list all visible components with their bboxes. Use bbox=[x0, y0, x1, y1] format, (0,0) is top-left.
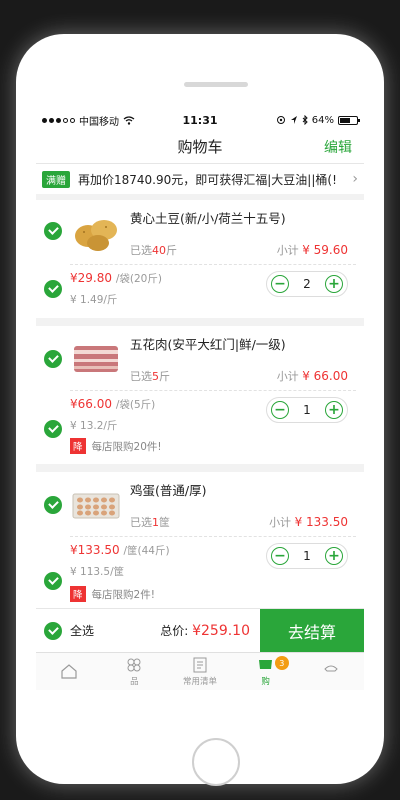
decrement-button[interactable]: − bbox=[271, 401, 289, 419]
profile-icon bbox=[324, 665, 338, 671]
cart-item: 鸡蛋(普通/厚) 已选1筐 小计 ¥ 133.50 ¥133.50 /筐(44斤… bbox=[36, 472, 364, 612]
phone-speaker bbox=[184, 82, 248, 87]
location-icon bbox=[276, 116, 285, 124]
cart-item: 五花肉(安平大红门|鲜/一级) 已选5斤 小计 ¥ 66.00 ¥66.00 /… bbox=[36, 326, 364, 464]
purchase-limit: 降 每店限购20件! bbox=[70, 438, 162, 454]
list-icon bbox=[193, 657, 207, 672]
quantity-stepper[interactable]: − 1 + bbox=[266, 543, 348, 569]
tab-lists[interactable]: 常用清单 bbox=[167, 653, 233, 690]
promo-badge: 满赠 bbox=[42, 170, 70, 188]
item-name: 五花肉(安平大红门|鲜/一级) bbox=[130, 337, 286, 352]
quantity-value[interactable]: 2 bbox=[303, 277, 311, 291]
tab-bar: 品 常用清单 购 3 bbox=[36, 652, 364, 690]
item-subtotal: 小计 ¥ 133.50 bbox=[269, 515, 348, 529]
price-drop-tag: 降 bbox=[70, 586, 86, 602]
total-price: 总价: ¥259.10 bbox=[160, 623, 250, 639]
select-all-checkbox[interactable] bbox=[44, 621, 62, 640]
quantity-stepper[interactable]: − 2 + bbox=[266, 271, 348, 297]
battery-icon bbox=[338, 115, 360, 125]
pork-belly-image bbox=[74, 346, 118, 372]
quantity-value[interactable]: 1 bbox=[303, 549, 311, 563]
category-icon bbox=[127, 658, 141, 671]
decrement-button[interactable]: − bbox=[271, 547, 289, 565]
item-unit-price: ¥ 13.2/斤 bbox=[70, 420, 118, 432]
nav-bar: 购物车 编辑 bbox=[36, 130, 364, 164]
checkout-bar: 全选 总价: ¥259.10 去结算 bbox=[36, 608, 364, 653]
quantity-value[interactable]: 1 bbox=[303, 403, 311, 417]
increment-button[interactable]: + bbox=[324, 401, 343, 419]
increment-button[interactable]: + bbox=[324, 275, 343, 293]
wifi-icon bbox=[123, 115, 135, 125]
navigation-arrow-icon bbox=[290, 116, 297, 124]
item-price: ¥66.00 /袋(5斤) bbox=[70, 397, 156, 411]
cart-count-badge: 3 bbox=[274, 656, 289, 670]
home-button[interactable] bbox=[192, 738, 240, 786]
tab-home[interactable] bbox=[36, 653, 102, 690]
edit-button[interactable]: 编辑 bbox=[324, 137, 352, 157]
signal-icon bbox=[42, 117, 75, 123]
tab-category[interactable]: 品 bbox=[102, 653, 168, 690]
item-price: ¥29.80 /袋(20斤) bbox=[70, 271, 162, 285]
item-name: 黄心土豆(新/小/荷兰十五号) bbox=[130, 211, 286, 226]
battery-percent: 64% bbox=[311, 114, 334, 126]
chevron-right-icon: › bbox=[352, 171, 358, 187]
item-selected-qty: 已选5斤 bbox=[130, 370, 170, 383]
item-unit-price: ¥ 1.49/斤 bbox=[70, 294, 118, 306]
decrement-button[interactable]: − bbox=[271, 275, 289, 293]
tab-profile[interactable] bbox=[298, 653, 364, 690]
cart-item: 黄心土豆(新/小/荷兰十五号) 已选40斤 小计 ¥ 59.60 ¥29.80 … bbox=[36, 200, 364, 318]
page-title: 购物车 bbox=[177, 138, 223, 156]
checkout-button[interactable]: 去结算 bbox=[260, 608, 364, 653]
item-selected-qty: 已选1筐 bbox=[130, 516, 170, 529]
promo-text: 再加价18740.90元，即可获得汇福|大豆油||桶(! bbox=[78, 172, 337, 187]
cart-icon bbox=[258, 659, 272, 669]
home-icon bbox=[61, 663, 77, 679]
increment-button[interactable]: + bbox=[324, 547, 343, 565]
select-all-label[interactable]: 全选 bbox=[70, 622, 94, 639]
quantity-stepper[interactable]: − 1 + bbox=[266, 397, 348, 423]
carrier-label: 中国移动 bbox=[79, 116, 119, 128]
app-screen: 中国移动 11:31 64% 购物车 编辑 满赠 再加价18740.90元，即可… bbox=[36, 110, 364, 690]
item-price: ¥133.50 /筐(44斤) bbox=[70, 543, 170, 557]
item-selected-qty: 已选40斤 bbox=[130, 244, 177, 257]
item-name: 鸡蛋(普通/厚) bbox=[130, 483, 207, 498]
item-unit-price: ¥ 113.5/筐 bbox=[70, 566, 125, 578]
status-bar: 中国移动 11:31 64% bbox=[36, 110, 364, 130]
item-subtotal: 小计 ¥ 66.00 bbox=[276, 369, 348, 383]
promo-banner[interactable]: 满赠 再加价18740.90元，即可获得汇福|大豆油||桶(! › bbox=[36, 164, 364, 194]
purchase-limit: 降 每店限购2件! bbox=[70, 586, 155, 602]
egg-tray-image bbox=[72, 493, 120, 519]
potato-image bbox=[75, 220, 117, 251]
price-drop-tag: 降 bbox=[70, 438, 86, 454]
tab-cart[interactable]: 购 3 bbox=[233, 653, 299, 690]
bluetooth-icon bbox=[302, 115, 308, 125]
item-subtotal: 小计 ¥ 59.60 bbox=[276, 243, 348, 257]
